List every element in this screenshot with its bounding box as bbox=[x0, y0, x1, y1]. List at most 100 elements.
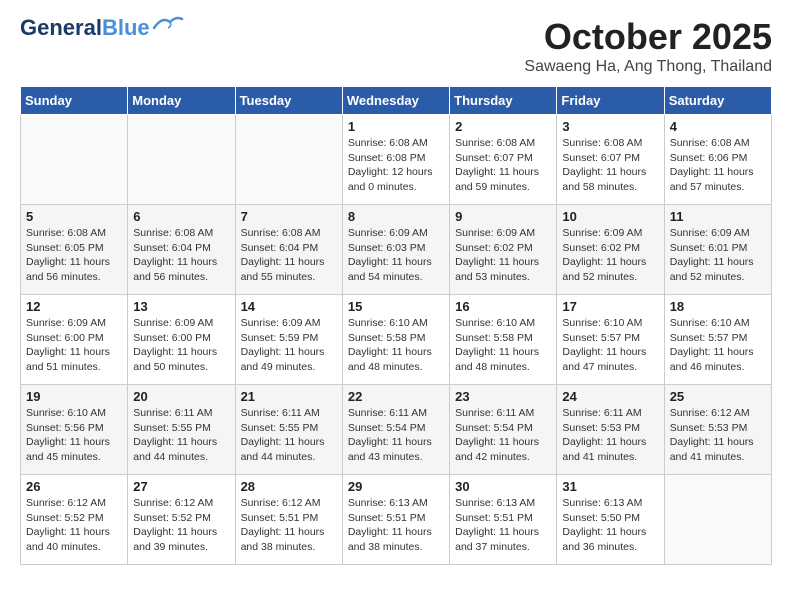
day-number: 13 bbox=[133, 299, 229, 314]
calendar-cell: 31 Sunrise: 6:13 AM Sunset: 5:50 PM Dayli… bbox=[557, 475, 664, 565]
calendar-cell: 20 Sunrise: 6:11 AM Sunset: 5:55 PM Dayli… bbox=[128, 385, 235, 475]
calendar-cell: 18 Sunrise: 6:10 AM Sunset: 5:57 PM Dayli… bbox=[664, 295, 771, 385]
cell-info: Sunrise: 6:12 AM Sunset: 5:51 PM Dayligh… bbox=[241, 496, 337, 555]
header-wednesday: Wednesday bbox=[342, 87, 449, 115]
cell-info: Sunrise: 6:13 AM Sunset: 5:51 PM Dayligh… bbox=[348, 496, 444, 555]
header-sunday: Sunday bbox=[21, 87, 128, 115]
subtitle: Sawaeng Ha, Ang Thong, Thailand bbox=[524, 58, 772, 76]
day-number: 5 bbox=[26, 209, 122, 224]
day-number: 9 bbox=[455, 209, 551, 224]
header-friday: Friday bbox=[557, 87, 664, 115]
cell-info: Sunrise: 6:09 AM Sunset: 5:59 PM Dayligh… bbox=[241, 316, 337, 375]
cell-info: Sunrise: 6:11 AM Sunset: 5:53 PM Dayligh… bbox=[562, 406, 658, 465]
calendar-cell: 17 Sunrise: 6:10 AM Sunset: 5:57 PM Dayli… bbox=[557, 295, 664, 385]
header-saturday: Saturday bbox=[664, 87, 771, 115]
day-number: 6 bbox=[133, 209, 229, 224]
cell-info: Sunrise: 6:09 AM Sunset: 6:02 PM Dayligh… bbox=[562, 226, 658, 285]
cell-info: Sunrise: 6:10 AM Sunset: 5:57 PM Dayligh… bbox=[670, 316, 766, 375]
cell-info: Sunrise: 6:09 AM Sunset: 6:00 PM Dayligh… bbox=[26, 316, 122, 375]
day-number: 20 bbox=[133, 389, 229, 404]
cell-info: Sunrise: 6:08 AM Sunset: 6:07 PM Dayligh… bbox=[562, 136, 658, 195]
cell-info: Sunrise: 6:10 AM Sunset: 5:57 PM Dayligh… bbox=[562, 316, 658, 375]
calendar-cell: 14 Sunrise: 6:09 AM Sunset: 5:59 PM Dayli… bbox=[235, 295, 342, 385]
calendar-cell: 3Sunrise: 6:08 AM Sunset: 6:07 PM Daylig… bbox=[557, 115, 664, 205]
day-number: 30 bbox=[455, 479, 551, 494]
calendar-cell: 4Sunrise: 6:08 AM Sunset: 6:06 PM Daylig… bbox=[664, 115, 771, 205]
day-number: 29 bbox=[348, 479, 444, 494]
cell-info: Sunrise: 6:09 AM Sunset: 6:01 PM Dayligh… bbox=[670, 226, 766, 285]
calendar-cell: 13 Sunrise: 6:09 AM Sunset: 6:00 PM Dayli… bbox=[128, 295, 235, 385]
logo: GeneralBlue bbox=[20, 16, 184, 40]
header-tuesday: Tuesday bbox=[235, 87, 342, 115]
calendar-cell: 22 Sunrise: 6:11 AM Sunset: 5:54 PM Dayli… bbox=[342, 385, 449, 475]
calendar-cell: 25 Sunrise: 6:12 AM Sunset: 5:53 PM Dayli… bbox=[664, 385, 771, 475]
day-number: 19 bbox=[26, 389, 122, 404]
day-number: 18 bbox=[670, 299, 766, 314]
day-number: 14 bbox=[241, 299, 337, 314]
cell-info: Sunrise: 6:11 AM Sunset: 5:55 PM Dayligh… bbox=[241, 406, 337, 465]
calendar-cell: 28 Sunrise: 6:12 AM Sunset: 5:51 PM Dayli… bbox=[235, 475, 342, 565]
cell-info: Sunrise: 6:12 AM Sunset: 5:52 PM Dayligh… bbox=[26, 496, 122, 555]
day-number: 1 bbox=[348, 119, 444, 134]
calendar-cell: 26 Sunrise: 6:12 AM Sunset: 5:52 PM Dayli… bbox=[21, 475, 128, 565]
day-number: 16 bbox=[455, 299, 551, 314]
calendar-cell: 11 Sunrise: 6:09 AM Sunset: 6:01 PM Dayli… bbox=[664, 205, 771, 295]
calendar-cell: 5 Sunrise: 6:08 AM Sunset: 6:05 PM Daylig… bbox=[21, 205, 128, 295]
day-number: 22 bbox=[348, 389, 444, 404]
calendar-cell: 1 Sunrise: 6:08 AM Sunset: 6:08 PM Daylig… bbox=[342, 115, 449, 205]
cell-info: Sunrise: 6:08 AM Sunset: 6:05 PM Dayligh… bbox=[26, 226, 122, 285]
calendar-cell: 2 Sunrise: 6:08 AM Sunset: 6:07 PM Daylig… bbox=[450, 115, 557, 205]
cell-info: Sunrise: 6:13 AM Sunset: 5:50 PM Dayligh… bbox=[562, 496, 658, 555]
cell-info: Sunrise: 6:10 AM Sunset: 5:58 PM Dayligh… bbox=[348, 316, 444, 375]
cell-info: Sunrise: 6:12 AM Sunset: 5:53 PM Dayligh… bbox=[670, 406, 766, 465]
cell-info: Sunrise: 6:08 AM Sunset: 6:04 PM Dayligh… bbox=[133, 226, 229, 285]
day-number: 23 bbox=[455, 389, 551, 404]
month-title: October 2025 bbox=[524, 16, 772, 58]
calendar-cell: 8Sunrise: 6:09 AM Sunset: 6:03 PM Daylig… bbox=[342, 205, 449, 295]
calendar-cell: 7 Sunrise: 6:08 AM Sunset: 6:04 PM Daylig… bbox=[235, 205, 342, 295]
day-number: 2 bbox=[455, 119, 551, 134]
calendar-cell: 27 Sunrise: 6:12 AM Sunset: 5:52 PM Dayli… bbox=[128, 475, 235, 565]
cell-info: Sunrise: 6:08 AM Sunset: 6:04 PM Dayligh… bbox=[241, 226, 337, 285]
header-thursday: Thursday bbox=[450, 87, 557, 115]
calendar-table: Sunday Monday Tuesday Wednesday Thursday… bbox=[20, 86, 772, 565]
day-number: 25 bbox=[670, 389, 766, 404]
day-number: 21 bbox=[241, 389, 337, 404]
cell-info: Sunrise: 6:09 AM Sunset: 6:03 PM Dayligh… bbox=[348, 226, 444, 285]
calendar-cell bbox=[128, 115, 235, 205]
day-number: 10 bbox=[562, 209, 658, 224]
day-number: 11 bbox=[670, 209, 766, 224]
day-number: 31 bbox=[562, 479, 658, 494]
calendar-week-1: 1 Sunrise: 6:08 AM Sunset: 6:08 PM Daylig… bbox=[21, 115, 772, 205]
cell-info: Sunrise: 6:08 AM Sunset: 6:07 PM Dayligh… bbox=[455, 136, 551, 195]
day-number: 7 bbox=[241, 209, 337, 224]
calendar-cell bbox=[664, 475, 771, 565]
cell-info: Sunrise: 6:11 AM Sunset: 5:55 PM Dayligh… bbox=[133, 406, 229, 465]
calendar-cell: 6 Sunrise: 6:08 AM Sunset: 6:04 PM Daylig… bbox=[128, 205, 235, 295]
calendar-cell: 21 Sunrise: 6:11 AM Sunset: 5:55 PM Dayli… bbox=[235, 385, 342, 475]
day-number: 28 bbox=[241, 479, 337, 494]
calendar-week-4: 19 Sunrise: 6:10 AM Sunset: 5:56 PM Dayli… bbox=[21, 385, 772, 475]
calendar-cell: 30Sunrise: 6:13 AM Sunset: 5:51 PM Dayli… bbox=[450, 475, 557, 565]
calendar-week-2: 5 Sunrise: 6:08 AM Sunset: 6:05 PM Daylig… bbox=[21, 205, 772, 295]
day-number: 27 bbox=[133, 479, 229, 494]
calendar-cell bbox=[21, 115, 128, 205]
calendar-week-3: 12Sunrise: 6:09 AM Sunset: 6:00 PM Dayli… bbox=[21, 295, 772, 385]
cell-info: Sunrise: 6:08 AM Sunset: 6:08 PM Dayligh… bbox=[348, 136, 444, 195]
calendar-cell bbox=[235, 115, 342, 205]
cell-info: Sunrise: 6:11 AM Sunset: 5:54 PM Dayligh… bbox=[348, 406, 444, 465]
calendar-cell: 24Sunrise: 6:11 AM Sunset: 5:53 PM Dayli… bbox=[557, 385, 664, 475]
day-number: 26 bbox=[26, 479, 122, 494]
calendar-cell: 29 Sunrise: 6:13 AM Sunset: 5:51 PM Dayli… bbox=[342, 475, 449, 565]
calendar-cell: 15Sunrise: 6:10 AM Sunset: 5:58 PM Dayli… bbox=[342, 295, 449, 385]
calendar-cell: 19 Sunrise: 6:10 AM Sunset: 5:56 PM Dayli… bbox=[21, 385, 128, 475]
cell-info: Sunrise: 6:11 AM Sunset: 5:54 PM Dayligh… bbox=[455, 406, 551, 465]
calendar-week-5: 26 Sunrise: 6:12 AM Sunset: 5:52 PM Dayli… bbox=[21, 475, 772, 565]
cell-info: Sunrise: 6:10 AM Sunset: 5:56 PM Dayligh… bbox=[26, 406, 122, 465]
day-number: 4 bbox=[670, 119, 766, 134]
page-header: GeneralBlue October 2025 Sawaeng Ha, Ang… bbox=[20, 16, 772, 76]
cell-info: Sunrise: 6:12 AM Sunset: 5:52 PM Dayligh… bbox=[133, 496, 229, 555]
day-number: 17 bbox=[562, 299, 658, 314]
calendar-cell: 23 Sunrise: 6:11 AM Sunset: 5:54 PM Dayli… bbox=[450, 385, 557, 475]
cell-info: Sunrise: 6:09 AM Sunset: 6:00 PM Dayligh… bbox=[133, 316, 229, 375]
